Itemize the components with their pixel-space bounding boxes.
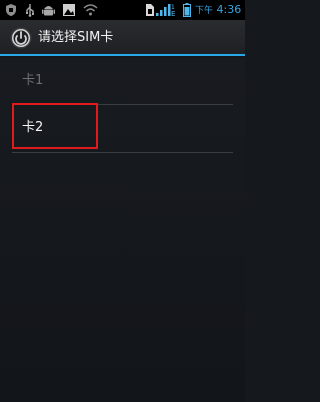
highlight-box	[12, 103, 98, 149]
sim-item-card1[interactable]: 卡1	[12, 58, 233, 106]
shield-icon	[6, 4, 16, 16]
usb-icon	[26, 4, 34, 17]
status-clock: 下午 4:36	[195, 2, 241, 19]
wifi-icon	[83, 4, 98, 16]
list-divider	[12, 152, 233, 153]
battery-icon	[183, 3, 191, 17]
sim-item-label: 卡1	[22, 73, 44, 88]
dialog-title: 请选择SIM卡	[38, 30, 114, 45]
status-bar: 1 E 下午 4:36	[0, 0, 245, 20]
power-icon	[10, 27, 32, 49]
signal-icon	[156, 4, 171, 16]
status-ampm: 下午	[195, 6, 214, 16]
title-bar: 请选择SIM卡	[0, 20, 245, 56]
network-icon: 1 E	[171, 4, 175, 17]
image-icon	[63, 4, 75, 16]
android-debug-icon	[42, 6, 55, 16]
sim-icon	[146, 4, 154, 16]
svg-text:E: E	[171, 10, 175, 17]
status-time: 4:36	[216, 3, 242, 16]
